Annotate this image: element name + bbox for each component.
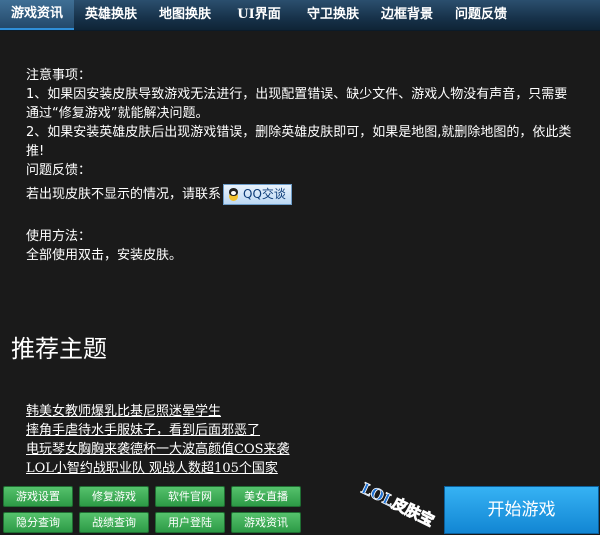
repair-game-button[interactable]: 修复游戏 — [79, 486, 149, 507]
tab-ui[interactable]: UI界面 — [222, 0, 296, 30]
recommend-title: 推荐主题 — [11, 335, 107, 363]
user-login-button[interactable]: 用户登陆 — [155, 512, 225, 533]
notice-heading: 注意事项： — [26, 68, 92, 83]
notice-item-2: 2、如果安装英雄皮肤后出现游戏错误，删除英雄皮肤即可，如果是地图,就删除地图的，… — [26, 125, 572, 159]
recommend-link-3[interactable]: 电玩琴女胸胸来袭德杯一大波高颜值COS来袭 — [26, 440, 290, 459]
game-settings-button[interactable]: 游戏设置 — [3, 486, 73, 507]
contact-text: 若出现皮肤不显示的情况，请联系 — [26, 187, 222, 202]
tab-bar-filler — [518, 0, 600, 30]
usage-heading: 使用方法： — [26, 229, 92, 244]
tab-map-skins[interactable]: 地图换肤 — [148, 0, 222, 30]
recommend-link-4[interactable]: LOL小智约战职业队 观战人数超105个国家 — [26, 459, 290, 478]
feedback-heading: 问题反馈： — [26, 163, 92, 178]
qq-chat-button[interactable]: QQ交谈 — [223, 184, 292, 205]
tab-hero-skins[interactable]: 英雄换肤 — [74, 0, 148, 30]
recommend-link-1[interactable]: 韩美女教师爆乳比基尼照迷晕学生 — [26, 402, 290, 421]
quick-button-grid: 游戏设置 修复游戏 软件官网 美女直播 隐分查询 战绩查询 用户登陆 游戏资讯 — [3, 486, 301, 533]
notice-item-1: 1、如果因安装皮肤导致游戏无法进行，出现配置错误、缺少文件、游戏人物没有声音，只… — [26, 87, 568, 121]
tab-feedback[interactable]: 问题反馈 — [444, 0, 518, 30]
app-logo: LOL皮肤宝贝 — [354, 478, 438, 530]
qq-penguin-icon — [227, 187, 240, 202]
match-record-button[interactable]: 战绩查询 — [79, 512, 149, 533]
recommend-links: 韩美女教师爆乳比基尼照迷晕学生 摔角手虐待水手服妹子，看到后面邪恶了 电玩琴女胸… — [26, 402, 290, 478]
game-news-button[interactable]: 游戏资讯 — [231, 512, 301, 533]
app-logo-text: LOL皮肤宝贝 — [354, 478, 437, 530]
top-tab-bar: 游戏资讯 英雄换肤 地图换肤 UI界面 守卫换肤 边框背景 问题反馈 — [0, 0, 600, 31]
recommend-link-2[interactable]: 摔角手虐待水手服妹子，看到后面邪恶了 — [26, 421, 290, 440]
qq-chat-label: QQ交谈 — [243, 187, 286, 201]
tab-game-news[interactable]: 游戏资讯 — [0, 0, 74, 30]
contact-line: 若出现皮肤不显示的情况，请联系 QQ交谈 — [26, 184, 574, 205]
official-site-button[interactable]: 软件官网 — [155, 486, 225, 507]
tab-border-background[interactable]: 边框背景 — [370, 0, 444, 30]
tab-ward-skins[interactable]: 守卫换肤 — [296, 0, 370, 30]
usage-text: 全部使用双击，安装皮肤。 — [26, 248, 183, 263]
notice-panel: 注意事项： 1、如果因安装皮肤导致游戏无法进行，出现配置错误、缺少文件、游戏人物… — [26, 66, 574, 265]
live-stream-button[interactable]: 美女直播 — [231, 486, 301, 507]
start-game-button[interactable]: 开始游戏 — [444, 486, 599, 534]
hidden-score-button[interactable]: 隐分查询 — [3, 512, 73, 533]
